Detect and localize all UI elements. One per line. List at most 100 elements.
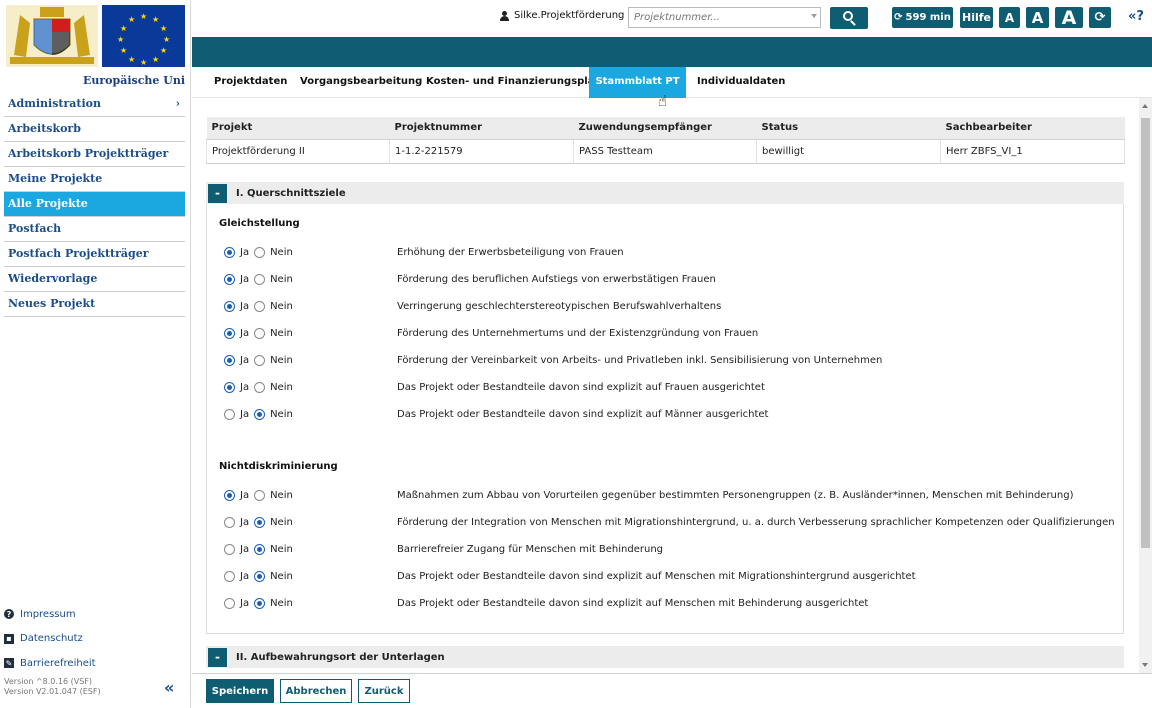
radio-label-nein[interactable]: Nein — [270, 355, 293, 366]
question-text: Förderung der Integration von Menschen m… — [397, 516, 1115, 528]
table-cell: bewilligt — [756, 139, 941, 164]
question-row: Ja Nein Förderung des Unternehmertums und … — [224, 326, 758, 340]
group-title-gleichstellung: Gleichstellung — [219, 218, 300, 229]
radio-ja[interactable] — [224, 300, 235, 312]
nav-item-meine-projekte[interactable]: Meine Projekte — [4, 167, 185, 192]
radio-ja[interactable] — [224, 273, 235, 285]
nav-item-wiedervorlage[interactable]: Wiedervorlage — [4, 267, 185, 292]
radio-nein[interactable] — [254, 489, 266, 501]
barrierefreiheit-link[interactable]: ✎ Barrierefreiheit — [4, 651, 185, 676]
radio-label-ja[interactable]: Ja — [240, 517, 249, 528]
radio-ja[interactable] — [224, 327, 235, 339]
tab-individualdaten[interactable]: Individualdaten — [697, 67, 785, 98]
hilfe-button[interactable]: Hilfe — [960, 7, 993, 28]
radio-label-ja[interactable]: Ja — [240, 490, 249, 501]
nav-item-arbeitskorb[interactable]: Arbeitskorb — [4, 117, 185, 142]
radio-ja[interactable] — [224, 381, 235, 393]
radio-nein[interactable] — [254, 543, 266, 555]
radio-label-ja[interactable]: Ja — [240, 598, 249, 609]
radio-nein[interactable] — [254, 516, 266, 528]
radio-label-nein[interactable]: Nein — [270, 544, 293, 555]
radio-label-ja[interactable]: Ja — [240, 328, 249, 339]
question-text: Erhöhung der Erwerbsbeteiligung von Frau… — [397, 246, 624, 258]
radio-nein[interactable] — [254, 246, 266, 258]
impressum-link[interactable]: ? Impressum — [4, 602, 185, 627]
back-button[interactable]: Zurück — [358, 679, 410, 703]
tab-vorgangsbearbeitung[interactable]: Vorgangsbearbeitung — [300, 67, 422, 98]
radio-nein[interactable] — [254, 570, 266, 582]
font-size-large-button[interactable]: A — [1055, 7, 1083, 29]
radio-ja[interactable] — [224, 516, 235, 528]
tab-projektdaten[interactable]: Projektdaten — [214, 67, 287, 98]
session-timer-label: 599 min — [905, 12, 951, 23]
datenschutz-link[interactable]: ▪ Datenschutz — [4, 627, 185, 652]
chevron-right-icon: › — [175, 97, 180, 110]
radio-ja[interactable] — [224, 408, 235, 420]
radio-label-nein[interactable]: Nein — [270, 382, 293, 393]
scrollbar-thumb[interactable] — [1141, 118, 1150, 548]
tab-bar: Projektdaten Vorgangsbearbeitung Kosten-… — [192, 67, 1152, 98]
font-size-small-button[interactable]: A — [999, 7, 1020, 28]
radio-ja[interactable] — [224, 246, 235, 258]
radio-label-ja[interactable]: Ja — [240, 247, 249, 258]
radio-label-nein[interactable]: Nein — [270, 301, 293, 312]
radio-label-nein[interactable]: Nein — [270, 598, 293, 609]
cancel-button[interactable]: Abbrechen — [280, 679, 352, 703]
radio-label-ja[interactable]: Ja — [240, 409, 249, 420]
column-header: Zuwendungsempfänger — [573, 117, 757, 140]
radio-label-ja[interactable]: Ja — [240, 301, 249, 312]
radio-ja[interactable] — [224, 489, 235, 501]
content-scrollbar[interactable] — [1139, 98, 1152, 673]
radio-label-ja[interactable]: Ja — [240, 274, 249, 285]
nav-item-administration[interactable]: Administration › — [4, 92, 185, 117]
radio-nein[interactable] — [254, 327, 266, 339]
nav-item-postfach-projekttraeger[interactable]: Postfach Projektträger — [4, 242, 185, 267]
font-size-medium-button[interactable]: A — [1026, 7, 1049, 28]
nav-item-alle-projekte[interactable]: Alle Projekte — [4, 192, 185, 217]
radio-nein[interactable] — [254, 408, 266, 420]
question-row: Ja Nein Maßnahmen zum Abbau von Vorurteile… — [224, 488, 1073, 502]
nav-item-arbeitskorb-projekttraeger[interactable]: Arbeitskorb Projektträger — [4, 142, 185, 167]
radio-label-nein[interactable]: Nein — [270, 328, 293, 339]
refresh-button[interactable]: ⟳ — [1089, 7, 1111, 28]
project-number-search-input[interactable] — [628, 7, 821, 28]
question-text: Das Projekt oder Bestandteile davon sind… — [397, 408, 769, 420]
radio-label-nein[interactable]: Nein — [270, 247, 293, 258]
radio-nein[interactable] — [254, 300, 266, 312]
radio-nein[interactable] — [254, 273, 266, 285]
tab-stammblatt-pt[interactable]: Stammblatt PT — [589, 67, 686, 98]
question-text: Förderung des beruflichen Aufstiegs von … — [397, 273, 716, 285]
chevron-down-icon[interactable] — [811, 14, 817, 18]
radio-nein[interactable] — [254, 597, 266, 609]
radio-label-ja[interactable]: Ja — [240, 544, 249, 555]
help-links-icon[interactable]: «? — [1128, 9, 1144, 24]
radio-ja[interactable] — [224, 597, 235, 609]
search-button[interactable] — [830, 7, 868, 29]
nav-item-neues-projekt[interactable]: Neues Projekt — [4, 292, 185, 317]
help-circle-icon: ? — [4, 609, 14, 620]
radio-ja[interactable] — [224, 354, 235, 366]
radio-nein[interactable] — [254, 381, 266, 393]
radio-nein[interactable] — [254, 354, 266, 366]
collapse-section-button[interactable]: - — [208, 183, 227, 203]
collapse-sidebar-icon[interactable]: « — [164, 680, 174, 696]
radio-label-nein[interactable]: Nein — [270, 409, 293, 420]
radio-ja[interactable] — [224, 543, 235, 555]
nav-item-postfach[interactable]: Postfach — [4, 217, 185, 242]
radio-label-nein[interactable]: Nein — [270, 517, 293, 528]
session-timer-button[interactable]: ⟳ 599 min — [892, 7, 953, 28]
refresh-icon: ⟳ — [1094, 10, 1106, 25]
radio-label-ja[interactable]: Ja — [240, 355, 249, 366]
radio-label-ja[interactable]: Ja — [240, 382, 249, 393]
radio-label-nein[interactable]: Nein — [270, 490, 293, 501]
scroll-up-icon[interactable] — [1142, 104, 1148, 108]
column-header: Projekt — [206, 117, 390, 140]
radio-label-ja[interactable]: Ja — [240, 571, 249, 582]
collapse-section-button[interactable]: - — [208, 647, 227, 667]
radio-ja[interactable] — [224, 570, 235, 582]
tab-kosten-finanzierungsplan[interactable]: Kosten- und Finanzierungsplan — [426, 67, 602, 98]
save-button[interactable]: Speichern — [206, 679, 274, 703]
radio-label-nein[interactable]: Nein — [270, 571, 293, 582]
scroll-down-icon[interactable] — [1142, 663, 1148, 667]
radio-label-nein[interactable]: Nein — [270, 274, 293, 285]
